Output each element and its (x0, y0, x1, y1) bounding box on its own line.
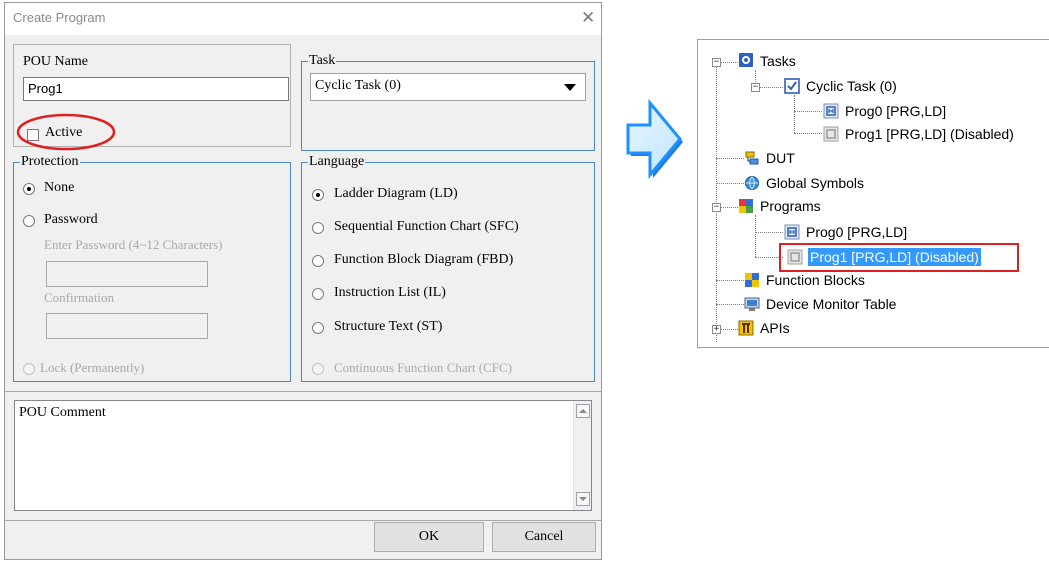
language-ld-label: Ladder Diagram (LD) (334, 186, 458, 201)
tree-item-programs[interactable]: Programs (760, 197, 821, 215)
tree-item-cyclic-task[interactable]: Cyclic Task (0) (806, 77, 897, 95)
language-il-label: Instruction List (IL) (334, 285, 446, 300)
title-bar: Create Program ✕ (5, 3, 601, 35)
language-ld-radio[interactable] (312, 189, 324, 201)
confirmation-label: Confirmation (44, 290, 115, 305)
tasks-gear-icon (739, 53, 753, 67)
dut-icon (745, 151, 759, 165)
pou-name-input[interactable]: Prog1 (23, 77, 289, 101)
language-fbd-label: Function Block Diagram (FBD) (334, 252, 514, 267)
language-sfc-label: Sequential Function Chart (SFC) (334, 219, 519, 234)
tree-item-prog1-selected[interactable]: Prog1 [PRG,LD] (Disabled) (808, 248, 981, 266)
task-group-label: Task (308, 53, 337, 69)
scroll-down-button[interactable] (576, 492, 590, 506)
language-cfc-label: Continuous Function Chart (CFC) (334, 360, 513, 375)
prog1-disabled-icon (823, 126, 839, 142)
chevron-down-icon (564, 84, 576, 91)
language-st-label: Structure Text (ST) (334, 319, 443, 334)
create-program-dialog: Create Program ✕ POU Name Prog1 Active T… (4, 2, 602, 560)
apis-expand-icon[interactable]: + (712, 325, 721, 334)
task-dropdown-value: Cyclic Task (0) (315, 78, 401, 93)
dialog-title: Create Program (13, 10, 106, 25)
tree-item-tasks[interactable]: Tasks (760, 52, 796, 70)
cyclic-task-collapse-icon[interactable]: − (751, 83, 760, 92)
pou-name-label: POU Name (23, 54, 88, 69)
programs-prog0-icon (784, 224, 800, 240)
protection-none-radio[interactable] (23, 183, 35, 195)
scroll-down-icon (579, 497, 587, 501)
project-tree: − Tasks − Cyclic Task (0) Prog0 [PRG,LD]… (697, 39, 1049, 348)
comment-panel: POU Comment (5, 391, 601, 521)
protection-password-radio[interactable] (23, 215, 35, 227)
protection-group: Protection None Password Enter Password … (13, 154, 291, 382)
tree-item-task-prog0[interactable]: Prog0 [PRG,LD] (845, 102, 946, 120)
task-group: Task Cyclic Task (0) (301, 53, 595, 151)
password-label: Enter Password (4~12 Characters) (44, 237, 223, 252)
tree-item-apis[interactable]: APIs (760, 319, 790, 337)
protection-password-label: Password (44, 212, 98, 227)
comment-scrollbar[interactable] (573, 401, 591, 510)
right-arrow-icon (626, 98, 683, 180)
tasks-collapse-icon[interactable]: − (712, 58, 721, 67)
language-il-radio[interactable] (312, 288, 324, 300)
protection-group-label: Protection (20, 154, 80, 170)
close-icon[interactable]: ✕ (581, 8, 595, 28)
function-blocks-icon (745, 273, 759, 287)
tree-item-function-blocks[interactable]: Function Blocks (766, 271, 865, 289)
tree-item-device-monitor-table[interactable]: Device Monitor Table (766, 295, 896, 313)
tree-item-prog0[interactable]: Prog0 [PRG,LD] (806, 223, 907, 241)
tree-item-global-symbols[interactable]: Global Symbols (766, 174, 864, 192)
protection-none-label: None (44, 180, 75, 195)
language-group: Language Ladder Diagram (LD) Sequential … (301, 154, 595, 382)
protection-lock-radio (23, 363, 35, 375)
pou-comment-label: POU Comment (19, 405, 106, 420)
task-dropdown[interactable]: Cyclic Task (0) (310, 73, 586, 101)
ok-button[interactable]: OK (374, 522, 484, 552)
pou-name-group: POU Name Prog1 Active (13, 44, 291, 151)
language-st-radio[interactable] (312, 322, 324, 334)
language-group-label: Language (308, 154, 366, 170)
device-monitor-icon (744, 297, 760, 311)
active-highlight-ellipse (16, 113, 116, 151)
cyclic-task-check-icon (784, 78, 800, 94)
scroll-up-icon (579, 409, 587, 413)
cancel-button[interactable]: Cancel (492, 522, 596, 552)
prog0-program-icon (823, 103, 839, 119)
scroll-up-button[interactable] (576, 404, 590, 418)
language-cfc-radio (312, 363, 324, 375)
programs-icon (739, 199, 753, 213)
pou-comment-textarea[interactable]: POU Comment (14, 400, 592, 511)
language-sfc-radio[interactable] (312, 222, 324, 234)
programs-prog1-disabled-icon (787, 249, 803, 265)
password-input (46, 261, 208, 287)
global-symbols-icon (745, 176, 759, 190)
tree-item-task-prog1[interactable]: Prog1 [PRG,LD] (Disabled) (845, 125, 1014, 143)
apis-icon (738, 320, 754, 336)
confirmation-input (46, 313, 208, 339)
programs-collapse-icon[interactable]: − (712, 203, 721, 212)
tree-item-dut[interactable]: DUT (766, 149, 795, 167)
language-fbd-radio[interactable] (312, 255, 324, 267)
protection-lock-label: Lock (Permanently) (40, 360, 145, 375)
